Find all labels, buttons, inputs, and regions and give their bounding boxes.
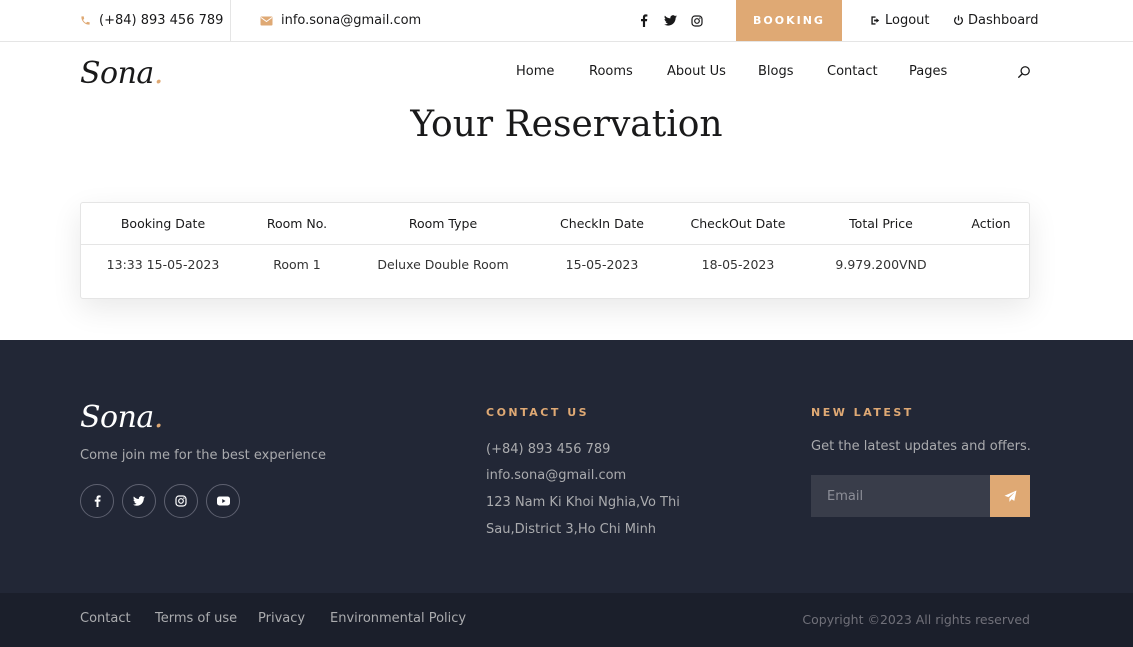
col-header-checkin-date: CheckIn Date (560, 216, 644, 231)
footer-logo-text: Sona (80, 400, 154, 435)
newsletter-email-input[interactable] (811, 475, 990, 517)
nav-blogs[interactable]: Blogs (758, 64, 794, 79)
col-header-room-no: Room No. (266, 216, 328, 231)
nav-about-us[interactable]: About Us (667, 64, 726, 79)
nav-rooms[interactable]: Rooms (589, 64, 633, 79)
footer-newsletter-heading: NEW LATEST (811, 406, 914, 419)
table-cell-checkout-date: 18-05-2023 (701, 257, 775, 272)
footer-newsletter-text: Get the latest updates and offers. (811, 439, 1031, 454)
topbar-email-text: info.sona@gmail.com (281, 13, 422, 28)
table-cell-checkin-date: 15-05-2023 (565, 257, 639, 272)
logout-label: Logout (885, 13, 930, 28)
topbar-phone: (+84) 893 456 789 (80, 0, 223, 41)
col-header-checkout-date: CheckOut Date (690, 216, 786, 231)
logout-icon (870, 15, 881, 26)
col-header-booking-date: Booking Date (120, 216, 206, 231)
col-header-action: Action (971, 216, 1011, 231)
logo-text: Sona (80, 56, 154, 91)
site-logo[interactable]: Sona. (80, 56, 163, 91)
send-icon (1004, 490, 1017, 503)
col-header-room-type: Room Type (408, 216, 478, 231)
top-bar: (+84) 893 456 789 info.sona@gmail.com BO… (0, 0, 1133, 42)
nav-home[interactable]: Home (516, 64, 554, 79)
topbar-phone-text: (+84) 893 456 789 (99, 13, 224, 28)
instagram-icon[interactable] (691, 0, 703, 41)
newsletter-form (811, 475, 1030, 517)
twitter-icon[interactable] (664, 0, 677, 41)
search-icon[interactable] (1017, 65, 1031, 79)
nav-pages[interactable]: Pages (909, 64, 947, 79)
topbar-email: info.sona@gmail.com (260, 0, 421, 41)
col-header-total-price: Total Price (849, 216, 913, 231)
footer-link-terms[interactable]: Terms of use (155, 611, 237, 626)
table-cell-total-price: 9.979.200VND (835, 257, 927, 272)
footer-contact-heading: CONTACT US (486, 406, 590, 419)
footer-contact-address-2: Sau,District 3,Ho Chi Minh (486, 522, 657, 537)
page-title: Your Reservation (410, 104, 723, 145)
table-cell-room-type: Deluxe Double Room (377, 257, 509, 272)
booking-button[interactable]: BOOKING (736, 0, 842, 41)
phone-icon (80, 15, 91, 26)
dashboard-link[interactable]: Dashboard (953, 0, 1039, 41)
footer-contact-email: info.sona@gmail.com (486, 468, 627, 483)
footer-tagline: Come join me for the best experience (80, 448, 326, 463)
reservation-table: Booking Date Room No. Room Type CheckIn … (80, 202, 1030, 299)
table-cell-booking-date: 13:33 15-05-2023 (106, 257, 220, 272)
copyright-text: Copyright ©2023 All rights reserved (802, 612, 1030, 627)
footer-link-privacy[interactable]: Privacy (258, 611, 305, 626)
footer-link-contact[interactable]: Contact (80, 611, 131, 626)
dashboard-label: Dashboard (968, 13, 1039, 28)
footer-contact-phone: (+84) 893 456 789 (486, 442, 611, 457)
power-icon (953, 15, 964, 26)
footer-logo-dot: . (153, 400, 164, 435)
footer-facebook-icon[interactable] (80, 484, 114, 518)
logout-link[interactable]: Logout (870, 0, 930, 41)
facebook-icon[interactable] (640, 0, 648, 41)
footer-contact-address-1: 123 Nam Ki Khoi Nghia,Vo Thi (486, 495, 680, 510)
logo-dot: . (153, 56, 164, 91)
footer-twitter-icon[interactable] (122, 484, 156, 518)
table-header-divider (81, 244, 1029, 245)
footer-instagram-icon[interactable] (164, 484, 198, 518)
footer-link-environmental-policy[interactable]: Environmental Policy (330, 611, 466, 626)
footer-youtube-icon[interactable] (206, 484, 240, 518)
topbar-divider (230, 0, 231, 41)
footer-bottom-bar: Contact Terms of use Privacy Environment… (0, 593, 1133, 647)
newsletter-submit-button[interactable] (990, 475, 1030, 517)
nav-contact[interactable]: Contact (827, 64, 878, 79)
footer-logo[interactable]: Sona. (80, 400, 163, 435)
table-cell-room-no: Room 1 (273, 257, 321, 272)
footer: Sona. Come join me for the best experien… (0, 340, 1133, 593)
envelope-icon (260, 16, 273, 26)
